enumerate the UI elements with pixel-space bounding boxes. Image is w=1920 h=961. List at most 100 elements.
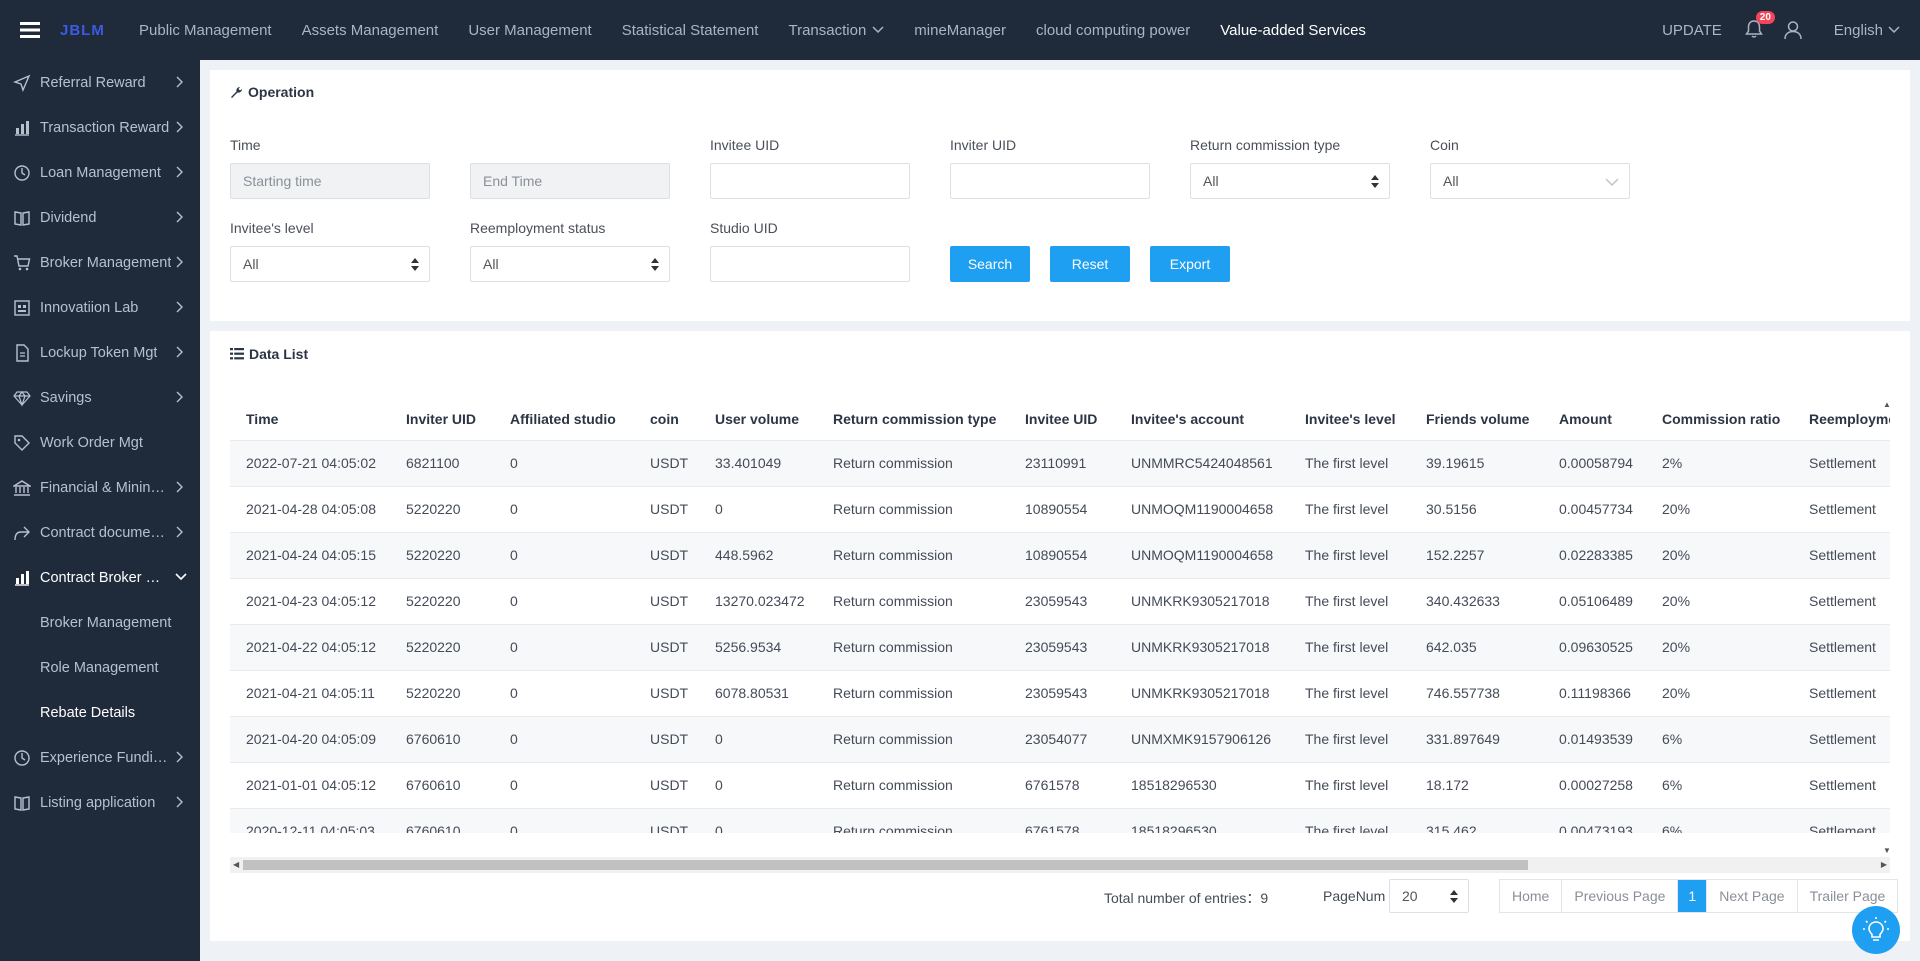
scroll-right-arrow-icon[interactable]: ▶ — [1881, 860, 1887, 869]
sort-arrows-icon — [1371, 175, 1379, 188]
sidebar-item-financial-mining[interactable]: Financial & Mining ... — [0, 465, 200, 510]
notification-bell[interactable]: 20 — [1744, 11, 1775, 41]
column-header[interactable]: Inviter UID — [390, 398, 494, 441]
language-select[interactable]: English — [1834, 22, 1900, 39]
column-header[interactable]: Commission ratio — [1646, 398, 1793, 441]
page-current-button[interactable]: 1 — [1678, 880, 1708, 912]
scroll-left-arrow-icon[interactable]: ◀ — [233, 860, 239, 869]
table-row[interactable]: 2021-04-23 04:05:12 5220220 0 USDT 13270.023… — [230, 578, 1890, 625]
sidebar-subitem-role-management[interactable]: Role Management — [0, 645, 200, 690]
page-home-button[interactable]: Home — [1500, 880, 1563, 912]
sidebar-item-lockup-token-mgt[interactable]: Lockup Token Mgt — [0, 330, 200, 375]
nav-public-management[interactable]: Public Management — [124, 0, 287, 60]
table-row[interactable]: 2020-12-11 04:05:03 6760610 0 USDT 0 Return c… — [230, 808, 1890, 833]
column-header[interactable]: Return commission type — [817, 398, 1009, 441]
table-cell: USDT — [634, 486, 699, 533]
coin-select[interactable]: All — [1430, 163, 1630, 199]
table-cell: USDT — [634, 670, 699, 717]
column-header[interactable]: Invitee's level — [1289, 398, 1410, 441]
page-previous-button[interactable]: Previous Page — [1562, 880, 1679, 912]
table-cell: 5220220 — [390, 670, 494, 717]
column-header[interactable]: Invitee's account — [1115, 398, 1289, 441]
return-type-select[interactable]: All — [1190, 163, 1390, 199]
scroll-up-arrow-icon[interactable]: ▲ — [1883, 400, 1891, 409]
sidebar-item-loan-management[interactable]: Loan Management — [0, 150, 200, 195]
top-bar: JBLM Public Management Assets Management… — [0, 0, 1920, 60]
menu-toggle-icon[interactable] — [0, 0, 60, 60]
page-next-button[interactable]: Next Page — [1707, 880, 1798, 912]
sidebar-item-label: Lockup Token Mgt — [40, 344, 158, 361]
scrollbar-thumb[interactable] — [243, 860, 1528, 870]
user-icon[interactable] — [1782, 19, 1804, 41]
help-button[interactable] — [1852, 906, 1900, 954]
reset-button[interactable]: Reset — [1050, 246, 1130, 282]
data-table: Time Inviter UID Affiliated studio coin … — [230, 398, 1890, 833]
sidebar-item-label: Listing application — [40, 794, 156, 811]
nav-transaction[interactable]: Transaction — [773, 0, 899, 60]
invitee-level-select[interactable]: All — [230, 246, 430, 282]
invitee-uid-input[interactable] — [710, 163, 910, 199]
update-link[interactable]: UPDATE — [1662, 22, 1722, 39]
column-header[interactable]: Reemployment status — [1793, 398, 1890, 441]
studio-uid-input[interactable] — [710, 246, 910, 282]
table-cell: USDT — [634, 624, 699, 671]
nav-assets-management[interactable]: Assets Management — [287, 0, 454, 60]
sidebar-item-experience-funding[interactable]: Experience Funding... — [0, 735, 200, 780]
sidebar-item-transaction-reward[interactable]: Transaction Reward — [0, 105, 200, 150]
clock-icon — [14, 164, 30, 181]
table-row[interactable]: 2021-04-22 04:05:12 5220220 0 USDT 5256.9534… — [230, 624, 1890, 671]
sidebar-item-work-order-mgt[interactable]: Work Order Mgt — [0, 420, 200, 465]
table-cell: 39.19615 — [1410, 440, 1543, 487]
export-button[interactable]: Export — [1150, 246, 1230, 282]
table-row[interactable]: 2021-04-24 04:05:15 5220220 0 USDT 448.5962 R… — [230, 532, 1890, 579]
data-list-panel: Data List Time Inviter UID Affiliated st… — [210, 331, 1910, 941]
table-row[interactable]: 2021-04-21 04:05:11 5220220 0 USDT 6078.8053… — [230, 670, 1890, 717]
nav-value-added-services[interactable]: Value-added Services — [1205, 0, 1381, 60]
scroll-down-arrow-icon[interactable]: ▼ — [1883, 846, 1891, 855]
table-cell: 0 — [494, 716, 634, 763]
sidebar-item-innovation-lab[interactable]: Innovatiion Lab — [0, 285, 200, 330]
column-header[interactable]: Invitee UID — [1009, 398, 1115, 441]
table-row[interactable]: 2021-04-20 04:05:09 6760610 0 USDT 0 Return c… — [230, 716, 1890, 763]
nav-minemanager[interactable]: mineManager — [899, 0, 1021, 60]
sidebar-item-dividend[interactable]: Dividend — [0, 195, 200, 240]
column-header[interactable]: Amount — [1543, 398, 1646, 441]
search-button[interactable]: Search — [950, 246, 1030, 282]
end-time-input[interactable]: End Time — [470, 163, 670, 199]
inviter-uid-input[interactable] — [950, 163, 1150, 199]
sidebar-item-broker-management[interactable]: Broker Management — [0, 240, 200, 285]
nav-cloud-computing-power[interactable]: cloud computing power — [1021, 0, 1205, 60]
table-cell: 6% — [1646, 716, 1793, 763]
sidebar-item-contract-document[interactable]: Contract document... — [0, 510, 200, 555]
page-size-select[interactable]: 20 — [1389, 879, 1469, 913]
vertical-scrollbar[interactable]: ▲ ▼ — [1880, 398, 1894, 857]
bank-icon — [13, 479, 31, 496]
notification-badge: 20 — [1755, 11, 1775, 24]
sidebar-subitem-rebate-details[interactable]: Rebate Details — [0, 690, 200, 735]
table-cell: 6% — [1646, 762, 1793, 809]
sidebar-item-referral-reward[interactable]: Referral Reward — [0, 60, 200, 105]
sidebar-item-listing-application[interactable]: Listing application — [0, 780, 200, 825]
column-header[interactable]: coin — [634, 398, 699, 441]
horizontal-scrollbar[interactable]: ◀ ▶ — [230, 857, 1890, 873]
table-cell: The first level — [1289, 532, 1410, 579]
table-cell: 20% — [1646, 532, 1793, 579]
sidebar-subitem-broker-management[interactable]: Broker Management — [0, 600, 200, 645]
table-cell: 0 — [494, 578, 634, 625]
column-header[interactable]: Time — [230, 398, 390, 441]
column-header[interactable]: Affiliated studio — [494, 398, 634, 441]
nav-user-management[interactable]: User Management — [453, 0, 606, 60]
sidebar-item-savings[interactable]: Savings — [0, 375, 200, 420]
nav-statistical-statement[interactable]: Statistical Statement — [607, 0, 774, 60]
sidebar-item-contract-broker[interactable]: Contract Broker Mg... — [0, 555, 200, 600]
reemployment-select[interactable]: All — [470, 246, 670, 282]
table-cell: 152.2257 — [1410, 532, 1543, 579]
table-row[interactable]: 2021-01-01 04:05:12 6760610 0 USDT 0 Return c… — [230, 762, 1890, 809]
table-row[interactable]: 2021-04-28 04:05:08 5220220 0 USDT 0 Return c… — [230, 486, 1890, 533]
table-cell: 5256.9534 — [699, 624, 817, 671]
start-time-input[interactable]: Starting time — [230, 163, 430, 199]
sidebar-item-label: Broker Management — [40, 254, 172, 271]
column-header[interactable]: Friends volume — [1410, 398, 1543, 441]
column-header[interactable]: User volume — [699, 398, 817, 441]
table-row[interactable]: 2022-07-21 04:05:02 6821100 0 USDT 33.401049… — [230, 440, 1890, 487]
